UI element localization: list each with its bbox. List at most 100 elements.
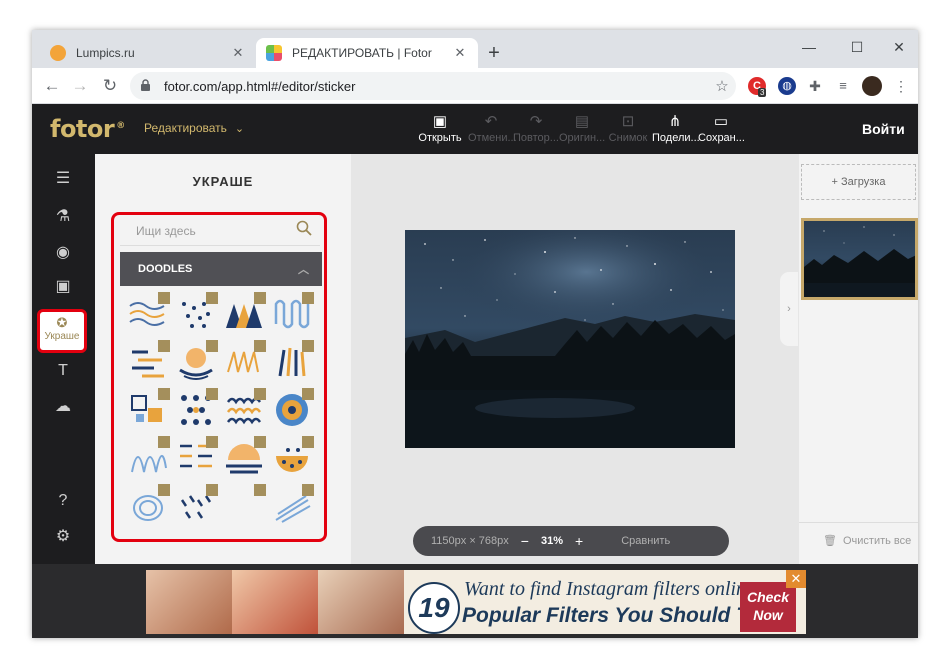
- premium-tag-icon: [302, 484, 314, 496]
- ad-headline: Want to find Instagram filters online?: [464, 578, 765, 600]
- fotor-app: fotor ® Редактировать ⌄ ▣ Открыть ↶ Отмени…: [32, 104, 918, 638]
- sticker-panel: УКРАШЕ Ищи здесь DOODLES ︿: [95, 154, 351, 564]
- undo-button[interactable]: ↶ Отмени...: [468, 112, 517, 144]
- snapshot-button[interactable]: ⊡ Снимок: [605, 112, 651, 144]
- reload-button[interactable]: ↻: [98, 74, 122, 98]
- ad-close-button[interactable]: ✕: [786, 570, 806, 588]
- back-button[interactable]: ←: [40, 74, 64, 98]
- sticker-item[interactable]: [224, 436, 266, 478]
- sticker-item[interactable]: [224, 484, 266, 526]
- fotor-favicon-icon: [266, 45, 282, 61]
- search-icon[interactable]: [296, 220, 320, 241]
- premium-tag-icon: [254, 340, 266, 352]
- sticker-item[interactable]: [176, 292, 218, 334]
- sticker-item[interactable]: [272, 388, 314, 430]
- settings-gear-icon[interactable]: ⚙: [51, 526, 75, 548]
- ad-photo: [146, 570, 232, 634]
- login-button[interactable]: Войти: [862, 121, 905, 137]
- sticker-item[interactable]: [128, 340, 170, 382]
- help-icon[interactable]: ?: [51, 490, 75, 512]
- menu-kebab-icon[interactable]: ⋮: [892, 77, 910, 95]
- sticker-item[interactable]: [224, 292, 266, 334]
- media-queue-icon[interactable]: ≡: [834, 77, 852, 95]
- upload-button[interactable]: + Загрузка: [801, 164, 916, 200]
- sticker-item[interactable]: [272, 292, 314, 334]
- adjust-sliders-icon[interactable]: ☰: [51, 168, 75, 190]
- redo-button[interactable]: ↷ Повтор...: [513, 112, 559, 144]
- open-button[interactable]: ▣ Открыть: [417, 112, 463, 144]
- compare-button[interactable]: Сравнить: [621, 535, 670, 547]
- text-icon[interactable]: T: [51, 360, 75, 382]
- zoom-percent: 31%: [540, 535, 563, 547]
- premium-tag-icon: [254, 436, 266, 448]
- sticker-item[interactable]: [272, 436, 314, 478]
- beauty-eye-icon[interactable]: ◉: [51, 242, 75, 264]
- ad-photo: [232, 570, 318, 634]
- address-bar[interactable]: fotor.com/app.html#/editor/sticker ☆: [130, 72, 736, 100]
- sticker-item[interactable]: [224, 340, 266, 382]
- close-tab-icon[interactable]: ✕: [452, 45, 468, 61]
- sticker-item[interactable]: [224, 388, 266, 430]
- clear-all-button[interactable]: 🗑 Очистить все: [823, 534, 911, 547]
- tab-strip: Lumpics.ru ✕ РЕДАКТИРОВАТЬ | Fotor ✕ + —…: [32, 30, 918, 68]
- premium-tag-icon: [158, 484, 170, 496]
- forward-button[interactable]: →: [68, 74, 92, 98]
- zoom-out-button[interactable]: −: [521, 533, 529, 549]
- close-window-button[interactable]: ✕: [884, 36, 914, 58]
- fotor-logo[interactable]: fotor ®: [50, 115, 125, 143]
- lock-icon: [140, 79, 152, 93]
- sticker-item[interactable]: [176, 388, 218, 430]
- ad-cta-button[interactable]: Check Now: [740, 582, 796, 632]
- effects-flask-icon[interactable]: ⚗: [51, 206, 75, 228]
- save-icon: ▭: [713, 113, 729, 130]
- sticker-item[interactable]: [272, 484, 314, 526]
- save-button[interactable]: ▭ Сохран...: [698, 112, 745, 144]
- search-input[interactable]: Ищи здесь: [120, 216, 320, 246]
- chevron-up-icon: ︿: [298, 264, 309, 276]
- premium-tag-icon: [302, 388, 314, 400]
- night-sky-photo[interactable]: [405, 230, 735, 448]
- browser-toolbar: ← → ↻ fotor.com/app.html#/editor/sticker…: [32, 68, 918, 104]
- share-button[interactable]: ⋔ Подели...: [652, 112, 700, 144]
- tab-fotor[interactable]: РЕДАКТИРОВАТЬ | Fotor ✕: [256, 38, 478, 68]
- sticker-item[interactable]: [176, 340, 218, 382]
- frames-icon[interactable]: ▣: [51, 276, 75, 298]
- sidebar-item-stickers[interactable]: ✪ Украше: [37, 309, 87, 353]
- zoom-in-button[interactable]: +: [575, 533, 583, 549]
- extensions-puzzle-icon[interactable]: ✚: [806, 77, 824, 95]
- sticker-item[interactable]: [176, 436, 218, 478]
- sticker-item[interactable]: [128, 436, 170, 478]
- bookmark-star-icon[interactable]: ☆: [708, 77, 736, 95]
- sticker-item[interactable]: [128, 388, 170, 430]
- mode-dropdown[interactable]: Редактировать ⌄: [144, 121, 244, 135]
- premium-tag-icon: [158, 292, 170, 304]
- sticker-item[interactable]: [128, 484, 170, 526]
- ad-banner[interactable]: 19 Want to find Instagram filters online…: [146, 570, 806, 634]
- premium-tag-icon: [206, 484, 218, 496]
- search-placeholder: Ищи здесь: [136, 223, 196, 238]
- chevron-down-icon: ⌄: [234, 123, 245, 135]
- collapse-panel-chevron-icon[interactable]: ›: [780, 272, 798, 346]
- sticker-item[interactable]: [176, 484, 218, 526]
- premium-tag-icon: [206, 292, 218, 304]
- tab-title: РЕДАКТИРОВАТЬ | Fotor: [292, 46, 432, 60]
- premium-tag-icon: [158, 340, 170, 352]
- avatar[interactable]: [862, 76, 882, 96]
- vpn-globe-icon[interactable]: ◍: [778, 77, 796, 95]
- url-text[interactable]: fotor.com/app.html#/editor/sticker: [164, 79, 708, 94]
- original-button[interactable]: ▤ Оригин...: [559, 112, 605, 144]
- photo-thumbnail[interactable]: [801, 218, 918, 300]
- tab-lumpics[interactable]: Lumpics.ru ✕: [40, 38, 256, 68]
- cloud-upload-icon[interactable]: ☁: [51, 396, 75, 418]
- maximize-button[interactable]: ☐: [842, 36, 872, 58]
- category-header-doodles[interactable]: DOODLES ︿: [120, 252, 322, 286]
- lumpics-favicon-icon: [50, 45, 66, 61]
- close-tab-icon[interactable]: ✕: [230, 45, 246, 61]
- new-tab-button[interactable]: +: [482, 42, 506, 64]
- sticker-item[interactable]: [272, 340, 314, 382]
- original-icon: ▤: [574, 113, 590, 130]
- minimize-button[interactable]: —: [794, 36, 824, 58]
- panel-title: УКРАШЕ: [192, 174, 254, 189]
- premium-tag-icon: [158, 388, 170, 400]
- sticker-item[interactable]: [128, 292, 170, 334]
